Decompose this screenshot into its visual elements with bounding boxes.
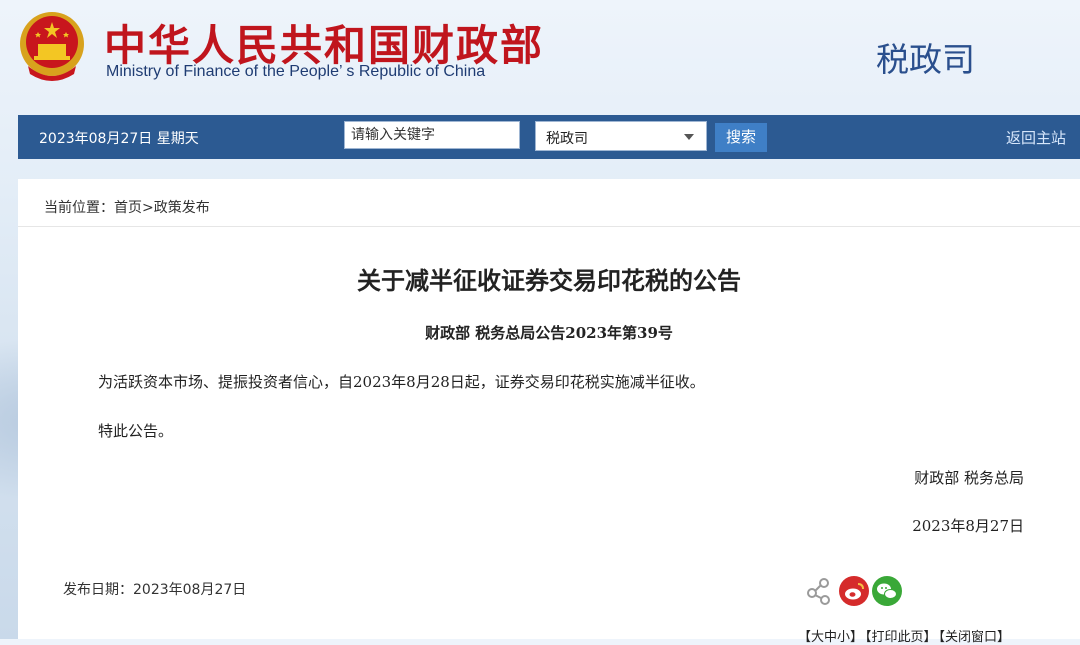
chevron-down-icon <box>684 134 694 140</box>
signature-date: 2023年8月27日 <box>912 517 1024 535</box>
article-panel: 当前位置：首页>政策发布 关于减半征收证券交易印花税的公告 财政部 税务总局公告… <box>18 179 1080 645</box>
wechat-icon[interactable] <box>872 576 902 606</box>
close-window-link[interactable]: 【关闭窗口】 <box>939 630 1011 645</box>
current-date: 2023年08月27日 星期天 <box>39 131 199 147</box>
scope-select[interactable]: 税政司 <box>535 121 707 151</box>
share-icon[interactable] <box>804 576 834 606</box>
site-header: 中华人民共和国财政部 Ministry of Finance of the Pe… <box>0 0 1080 112</box>
page-tools: 【大中小】 【打印此页】 【关闭窗口】 <box>798 626 1012 645</box>
article-subtitle: 财政部 税务总局公告2023年第39号 <box>425 324 673 342</box>
national-emblem-icon <box>20 12 84 81</box>
print-link[interactable]: 【打印此页】 <box>865 630 937 645</box>
article-paragraph: 为活跃资本市场、提振投资者信心，自2023年8月28日起，证券交易印花税实施减半… <box>98 373 705 391</box>
article-paragraph: 特此公告。 <box>98 422 174 440</box>
font-size-link[interactable]: 【大中小】 <box>798 630 863 645</box>
nav-bar: 2023年08月27日 星期天 税政司 搜索 返回主站 <box>18 115 1080 159</box>
search-button[interactable]: 搜索 <box>715 123 767 152</box>
site-title-en: Ministry of Finance of the People’ s Rep… <box>106 63 486 80</box>
return-home-link[interactable]: 返回主站 <box>1006 127 1066 148</box>
publish-date: 发布日期：2023年08月27日 <box>63 582 247 598</box>
weibo-icon[interactable] <box>839 576 869 606</box>
breadcrumb: 当前位置：首页>政策发布 <box>44 200 210 216</box>
department-name: 税政司 <box>876 40 975 79</box>
search-input[interactable] <box>344 121 520 149</box>
signature-org: 财政部 税务总局 <box>914 469 1024 487</box>
divider <box>18 226 1080 227</box>
scope-select-value: 税政司 <box>546 131 588 147</box>
article-title: 关于减半征收证券交易印花税的公告 <box>357 267 741 295</box>
